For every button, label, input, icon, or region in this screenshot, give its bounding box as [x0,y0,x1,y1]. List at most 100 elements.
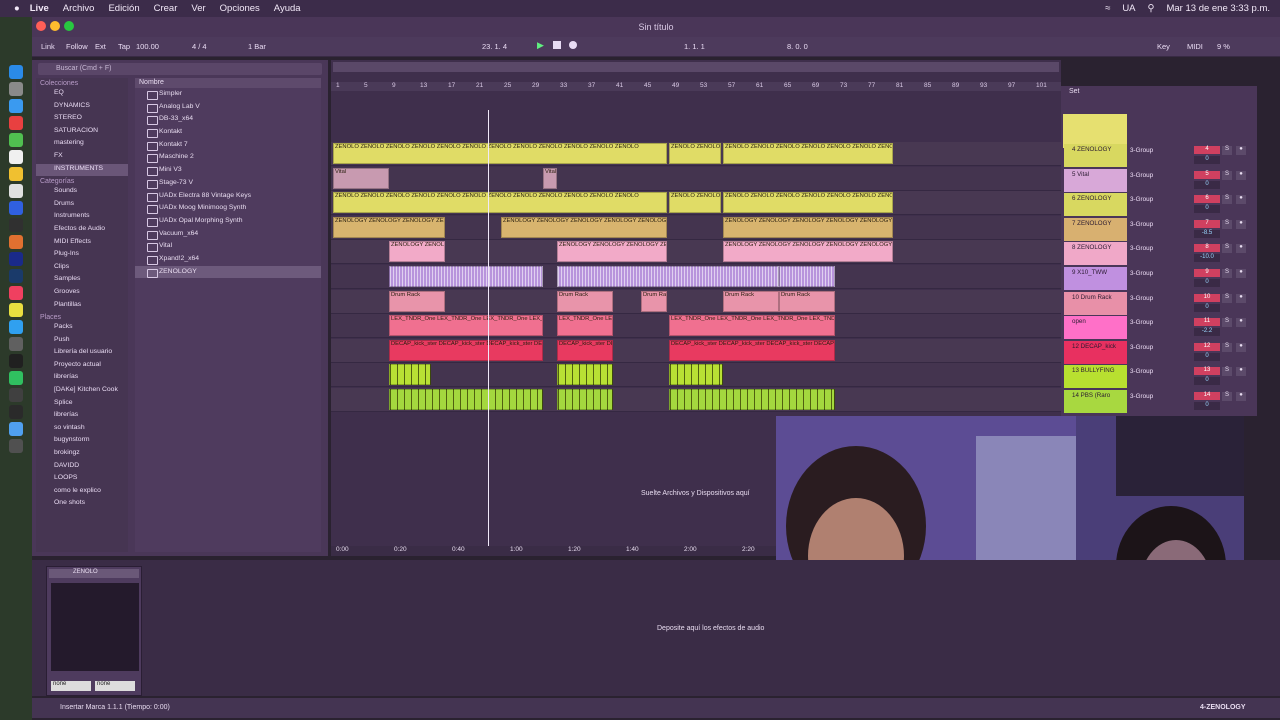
track-activator[interactable]: 11 [1194,318,1220,327]
trash-icon[interactable] [9,439,23,453]
menubar-clock[interactable]: Mar 13 de ene 3:33 p.m. [1166,3,1270,14]
group-select[interactable]: 3-Group [1130,344,1153,351]
solo-button[interactable]: S [1222,244,1232,254]
arm-button[interactable]: ● [1236,318,1246,328]
link-button[interactable]: Link [41,42,55,51]
mixer-track[interactable]: 7 ZENOLOGY 3-Group 7 -8.5 S ● [1064,217,1254,241]
menu-crear[interactable]: Crear [154,3,178,14]
song-position[interactable]: 23. 1. 4 [482,42,507,51]
chrome-icon[interactable] [9,116,23,130]
track-volume[interactable]: 0 [1194,352,1220,361]
plugin-item[interactable]: UADx Moog Minimoog Synth [135,202,321,215]
group-select[interactable]: 3-Group [1130,368,1153,375]
place-item[interactable]: como le explico [36,486,128,499]
track-lane[interactable]: ZENOLOGY ZENOLOGY ZENOLOGY ZENOLOGY ZENO… [331,240,1061,265]
clip[interactable]: LEX_TNDR_One LEX_TNDR_One LEX_TNDR_One L… [669,315,835,337]
plugin-item[interactable]: UADx Opal Morphing Synth [135,215,321,228]
track-activator[interactable]: 13 [1194,367,1220,376]
solo-button[interactable]: S [1222,318,1232,328]
input-language[interactable]: UA [1122,3,1135,14]
place-item[interactable]: so vintash [36,423,128,436]
finder-icon[interactable] [9,65,23,79]
appstore-icon[interactable] [9,201,23,215]
track-activator[interactable]: 9 [1194,269,1220,277]
clip[interactable]: DECAP_kick_ster DECAP_kick_ster DECAP_ki… [669,339,835,361]
obs-icon[interactable] [9,388,23,402]
plugin-item[interactable]: Vital [135,240,321,253]
arm-button[interactable]: ● [1236,293,1246,303]
safari-icon[interactable] [9,99,23,113]
clip[interactable]: LEX_TNDR_One LEX_TNDR_One LEX_TNDR_One L… [557,315,613,337]
track-title[interactable]: 10 Drum Rack [1064,291,1127,315]
track-lane[interactable]: ZENOLO ZENOLO ZENOLO ZENOLO ZENOLO ZENOL… [331,191,1061,216]
track-lane[interactable] [331,363,1061,388]
collection-item[interactable]: EQ [36,88,128,101]
solo-button[interactable]: S [1222,170,1232,180]
track-volume[interactable]: -10.0 [1194,254,1220,263]
track-lane[interactable]: DECAP_kick_ster DECAP_kick_ster DECAP_ki… [331,338,1061,363]
clip[interactable]: ZENOLOGY ZENOLOGY ZENOLOGY ZENOLOGY ZENO… [723,241,893,263]
solo-button[interactable]: S [1222,342,1232,352]
menu-ayuda[interactable]: Ayuda [274,3,301,14]
solo-button[interactable]: S [1222,392,1232,401]
place-item[interactable]: Librería del usuario [36,347,128,360]
category-item[interactable]: Plantillas [36,300,128,313]
photoshop-icon[interactable] [9,269,23,283]
track-volume[interactable]: 0 [1194,377,1220,386]
track-title[interactable]: 6 ZENOLOGY [1064,193,1127,217]
clip[interactable]: ZENOLO ZENOLO ZENOLO ZENOLO ZENOLO ZENOL… [333,143,667,164]
group-select[interactable]: 3-Group [1130,393,1153,400]
clip[interactable] [389,266,543,287]
key-map-button[interactable]: Key [1157,42,1170,51]
group-select[interactable]: 3-Group [1130,221,1153,228]
messages-icon[interactable] [9,133,23,147]
clip[interactable]: ZENOLOGY ZENOLOGY ZENOLOGY ZENOLOGY ZENO… [389,241,445,263]
place-item[interactable]: librerías [36,372,128,385]
arrangement-overview[interactable] [333,62,1059,72]
collection-item[interactable]: DYNAMICS [36,101,128,114]
wifi-icon[interactable]: ≈ [1105,3,1110,14]
music-icon[interactable] [9,286,23,300]
apple-icon[interactable]: ● [14,3,20,14]
track-title[interactable]: 14 PBS (Raro [1064,390,1127,413]
clip[interactable]: Vital [333,167,389,189]
plugin-item[interactable]: Stage-73 V [135,177,321,190]
zenology-device[interactable]: ZENOLO none none [46,566,142,696]
output-select[interactable]: none [95,681,135,691]
app-icon[interactable] [9,405,23,419]
group-select[interactable]: 3-Group [1130,245,1153,252]
collection-item-selected[interactable]: INSTRUMENTS [36,163,128,177]
group-select[interactable]: 3-Group [1130,172,1153,179]
clip[interactable]: ZENOLOGY ZENOLOGY ZENOLOGY ZENOLOGY ZENO… [723,216,893,238]
plugin-item[interactable]: DB-33_x64 [135,113,321,126]
solo-button[interactable]: S [1222,293,1232,303]
arm-button[interactable]: ● [1236,342,1246,352]
solo-button[interactable]: S [1222,219,1232,229]
plugin-item[interactable]: Xpand!2_x64 [135,253,321,266]
plugin-item[interactable]: Maschine 2 [135,151,321,164]
zoom-window-button[interactable] [64,21,74,31]
clip[interactable]: Drum Rack [641,290,667,312]
mixer-track[interactable]: 10 Drum Rack 3-Group 10 0 S ● [1064,291,1254,315]
collection-item[interactable]: mastering [36,138,128,151]
notes2-icon[interactable] [9,303,23,317]
tempo-field[interactable]: 100.00 [136,42,159,51]
group-select[interactable]: 3-Group [1130,295,1153,302]
track-lane[interactable]: Drum RackDrum RackDrum RackDrum RackDrum… [331,289,1061,314]
downloads-icon[interactable] [9,422,23,436]
plugin-item[interactable]: Simpler [135,88,321,101]
arm-button[interactable]: ● [1236,244,1246,254]
collection-item[interactable]: SATURACION [36,126,128,139]
track-title[interactable]: 5 Vital [1064,168,1127,192]
plugin-item[interactable]: Kontakt [135,126,321,139]
plugin-item[interactable]: Mini V3 [135,164,321,177]
mixer-track[interactable]: 12 DECAP_kick 3-Group 12 0 S ● [1064,340,1254,364]
playhead[interactable] [488,110,489,550]
track-volume[interactable]: 0 [1194,156,1220,164]
sublime-icon[interactable] [9,235,23,249]
browser-search-input[interactable]: Buscar (Cmd + F) [38,63,322,75]
group-select[interactable]: 3-Group [1130,319,1153,326]
solo-button[interactable]: S [1222,269,1232,278]
track-volume[interactable]: 0 [1194,279,1220,287]
launchpad-icon[interactable] [9,82,23,96]
